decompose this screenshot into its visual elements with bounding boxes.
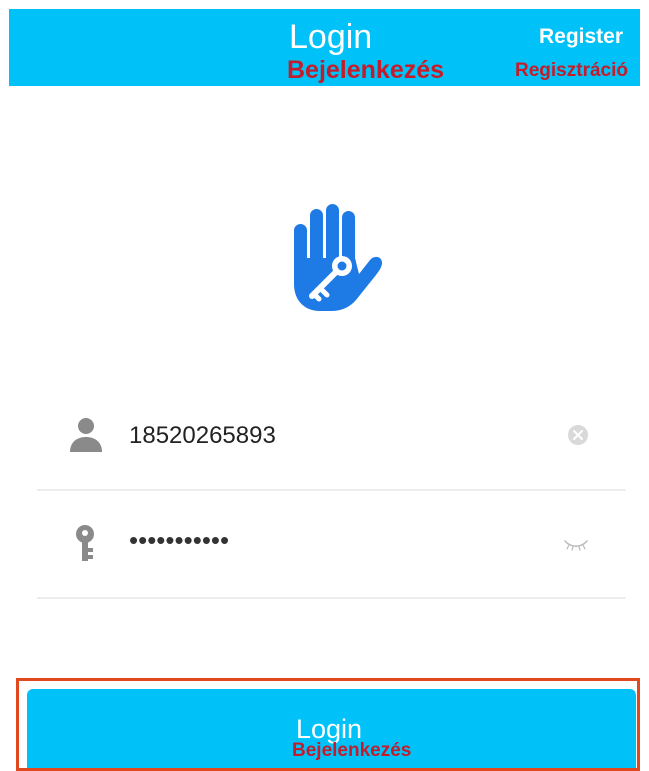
clear-icon[interactable] bbox=[567, 424, 589, 446]
divider bbox=[37, 597, 626, 599]
divider bbox=[37, 489, 626, 491]
page-title-translation: Bejelenkezés bbox=[287, 56, 445, 84]
register-button[interactable]: Register bbox=[539, 25, 623, 49]
register-translation: Regisztráció bbox=[515, 60, 628, 81]
password-row: ••••••••••• bbox=[37, 500, 626, 600]
password-input[interactable]: ••••••••••• bbox=[129, 526, 229, 554]
eye-closed-icon[interactable] bbox=[563, 537, 589, 551]
hand-key-icon bbox=[294, 204, 382, 311]
highlight-frame bbox=[16, 678, 640, 771]
page-title: Login bbox=[289, 18, 373, 56]
user-icon bbox=[70, 418, 102, 452]
username-input[interactable]: 18520265893 bbox=[129, 422, 276, 450]
username-row: 18520265893 bbox=[37, 392, 626, 492]
key-icon bbox=[76, 525, 94, 561]
